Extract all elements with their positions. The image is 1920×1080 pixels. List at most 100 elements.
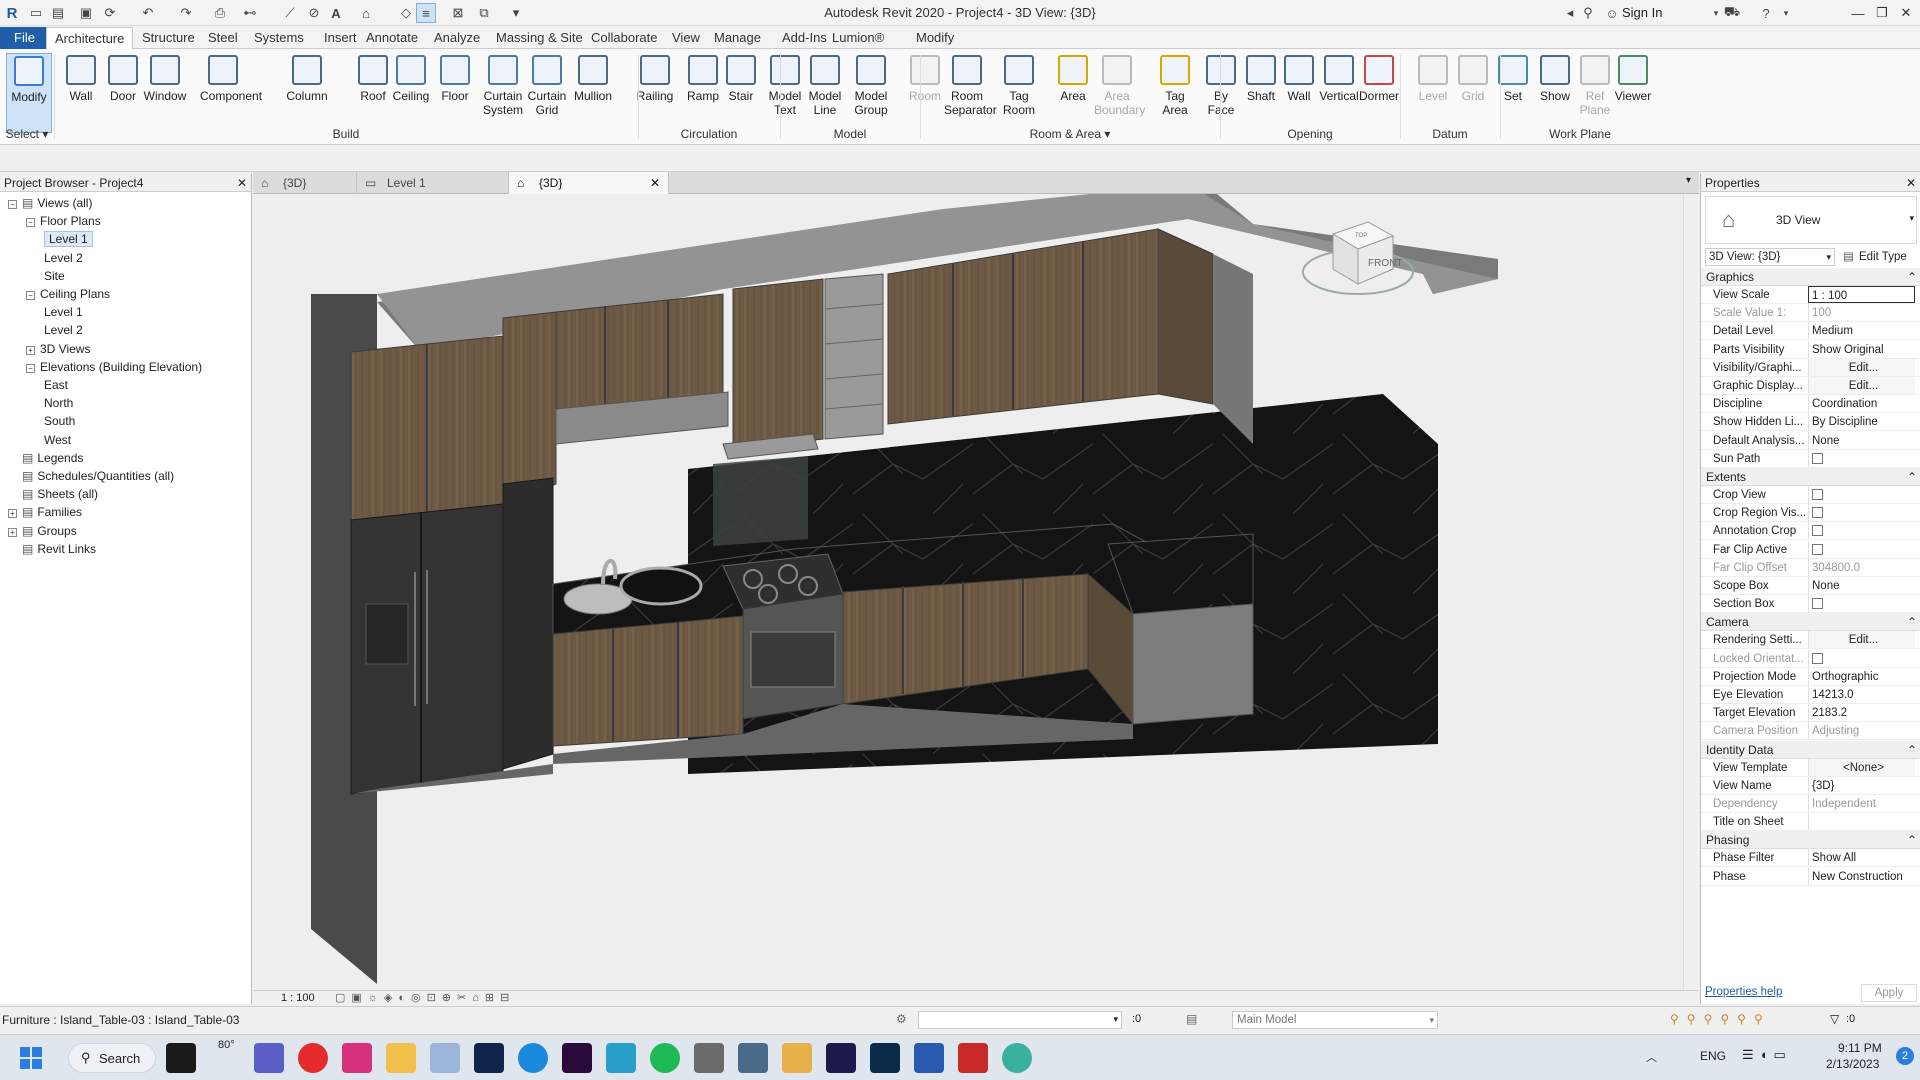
property-value[interactable] <box>1808 813 1915 831</box>
sync-icon[interactable]: ⟳ <box>100 3 120 23</box>
curtain-system-button[interactable]: Curtain System <box>480 53 526 133</box>
property-value[interactable]: Independent <box>1808 795 1915 812</box>
tree-item[interactable]: + ▤ Families <box>8 503 82 521</box>
component-button[interactable]: Component <box>200 53 262 133</box>
undo-icon[interactable]: ↶ <box>138 3 158 23</box>
view-tab[interactable]: ▭ Level 1 <box>357 172 509 194</box>
default-3d-icon[interactable]: ⌂ <box>356 3 376 23</box>
instance-filter-select[interactable]: 3D View: {3D} ▾ <box>1705 248 1835 266</box>
close-icon[interactable]: ✕ <box>1906 174 1916 192</box>
switch-windows-icon[interactable]: ⧉ <box>474 3 494 23</box>
viewcube-front-label[interactable]: FRONT <box>1368 258 1402 269</box>
folder-icon[interactable]: ▤ <box>48 3 68 23</box>
binoculars-icon[interactable]: ⚲ <box>1578 3 1598 23</box>
tree-item[interactable]: +3D Views <box>26 340 90 358</box>
checkbox[interactable] <box>1812 543 1823 555</box>
tab-steel[interactable]: Steel <box>200 27 246 49</box>
teams-icon[interactable] <box>254 1043 284 1073</box>
wall-button[interactable]: Wall <box>58 53 104 133</box>
modify-button[interactable]: Modify <box>6 53 52 133</box>
tab-collaborate[interactable]: Collaborate <box>583 27 666 49</box>
viewer-button[interactable]: Viewer <box>1610 53 1656 133</box>
property-value[interactable]: By Discipline <box>1808 413 1915 431</box>
property-value[interactable]: Edit... <box>1808 377 1915 394</box>
property-value[interactable]: Orthographic <box>1808 667 1915 685</box>
tag-area-button[interactable]: Tag Area <box>1152 53 1198 133</box>
panel-label[interactable]: Circulation <box>638 127 780 143</box>
model-line-button[interactable]: Model Line <box>802 53 848 133</box>
property-value[interactable]: Edit... <box>1808 631 1915 649</box>
vertical-scrollbar[interactable] <box>1683 194 1699 990</box>
property-value[interactable]: Show Original <box>1808 340 1915 358</box>
collapse-icon[interactable]: ⌃ <box>1907 468 1917 486</box>
checkbox[interactable] <box>1812 652 1823 664</box>
photoshop-icon[interactable] <box>870 1043 900 1073</box>
property-value[interactable]: Edit... <box>1808 358 1915 376</box>
properties-help-link[interactable]: Properties help <box>1705 986 1782 998</box>
photos-icon[interactable] <box>430 1043 460 1073</box>
tree-item[interactable]: ▤ Legends <box>8 449 83 467</box>
weather-temp[interactable]: 80° <box>218 1039 235 1051</box>
area-button[interactable]: Area <box>1050 53 1096 133</box>
panel-label[interactable]: Work Plane <box>1500 127 1660 143</box>
property-value[interactable]: <None> <box>1808 758 1915 776</box>
clock-date[interactable]: 2/13/2023 <box>1826 1057 1879 1071</box>
view-tab[interactable]: ⌂ {3D} <box>253 172 357 194</box>
checkbox[interactable] <box>1812 598 1823 610</box>
mullion-button[interactable]: Mullion <box>570 53 616 133</box>
type-dropdown-icon[interactable]: ▾ <box>1909 213 1914 224</box>
edit-type-button[interactable]: ▤ Edit Type <box>1841 248 1917 266</box>
panel-label[interactable]: Select ▾ <box>0 127 54 143</box>
room-separator-button[interactable]: Room Separator <box>944 53 997 133</box>
tree-item[interactable]: + ▤ Groups <box>8 522 77 540</box>
property-checkbox[interactable] <box>1808 649 1915 667</box>
collapse-icon[interactable]: − <box>26 218 35 228</box>
tree-item[interactable]: − Elevations (Building Elevation) <box>26 358 202 376</box>
collapse-icon[interactable]: − <box>8 200 17 209</box>
spotify-icon[interactable] <box>650 1043 680 1073</box>
tab-lumion[interactable]: Lumion® <box>824 27 892 49</box>
lightroom-icon[interactable] <box>474 1043 504 1073</box>
panel-label[interactable]: Datum <box>1400 127 1500 143</box>
floor-button[interactable]: Floor <box>432 53 478 133</box>
design-options-icon[interactable]: ▤ <box>1186 1012 1197 1026</box>
property-value[interactable]: New Construction <box>1808 867 1915 885</box>
close-icon[interactable]: ✕ <box>650 172 660 194</box>
close-icon[interactable]: ✕ <box>237 174 247 192</box>
area-boundary-button[interactable]: Area Boundary <box>1094 53 1145 133</box>
collapse-icon[interactable]: ⌃ <box>1907 831 1917 849</box>
tree-item[interactable]: North <box>44 394 73 412</box>
redo-icon[interactable]: ↷ <box>176 3 196 23</box>
tree-item[interactable]: ▤ Schedules/Quantities (all) <box>8 467 174 485</box>
panel-label[interactable]: Model <box>780 127 920 143</box>
save-icon[interactable]: ▣ <box>76 3 96 23</box>
user-icon[interactable]: ☺ <box>1602 3 1622 23</box>
tab-view[interactable]: View <box>664 27 708 49</box>
sections-icon[interactable]: ◇ <box>396 3 416 23</box>
window-button[interactable]: Window <box>142 53 188 133</box>
property-section[interactable]: Extents ⌃ <box>1701 468 1920 486</box>
checkbox[interactable] <box>1812 489 1823 500</box>
checkbox[interactable] <box>1812 525 1823 537</box>
property-value[interactable]: None <box>1808 431 1915 449</box>
property-section[interactable]: Graphics ⌃ <box>1701 268 1920 286</box>
chevron-left-icon[interactable]: ◂ <box>1560 3 1580 23</box>
tray-chevron-icon[interactable]: ︿ <box>1646 1049 1657 1065</box>
autocad-icon[interactable] <box>958 1043 988 1073</box>
set-button[interactable]: Set <box>1490 53 1536 133</box>
collapse-icon[interactable]: ⌃ <box>1907 613 1917 631</box>
expand-icon[interactable]: + <box>8 527 17 537</box>
property-value[interactable]: Medium <box>1808 322 1915 340</box>
tab-list-dropdown-icon[interactable]: ▾ <box>1686 175 1691 186</box>
tag-icon[interactable]: ⊘ <box>304 3 324 23</box>
tab-file[interactable]: File <box>0 27 49 49</box>
property-checkbox[interactable] <box>1808 522 1915 540</box>
property-value[interactable]: {3D} <box>1808 776 1915 794</box>
media-player-icon[interactable] <box>782 1043 812 1073</box>
revit-taskbar-icon[interactable] <box>914 1043 944 1073</box>
tab-annotate[interactable]: Annotate <box>358 27 426 49</box>
checkbox[interactable] <box>1812 507 1823 519</box>
property-checkbox[interactable] <box>1808 449 1915 467</box>
property-checkbox[interactable] <box>1808 486 1915 503</box>
property-value[interactable]: Show All <box>1808 849 1915 867</box>
